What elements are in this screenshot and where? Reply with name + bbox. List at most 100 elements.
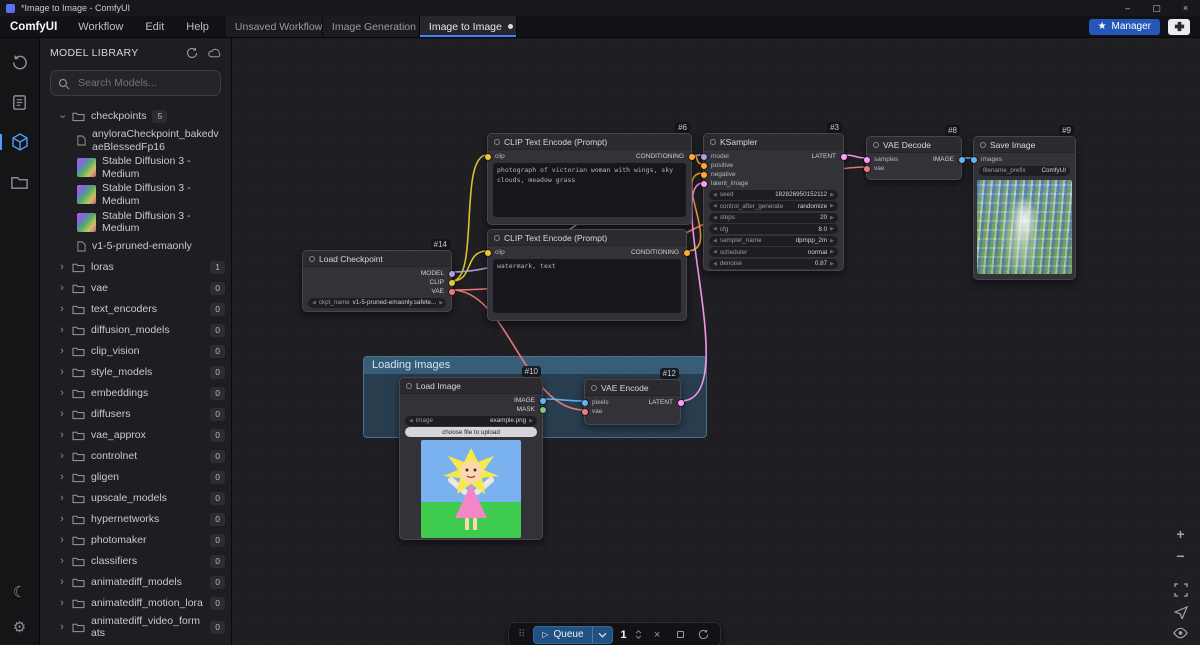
filename-prefix-widget[interactable]: filename_prefix ComfyUI [979, 165, 1070, 176]
batch-count-input[interactable]: 1 [621, 629, 627, 641]
widget-right-arrow-icon[interactable]: ▶ [830, 226, 834, 232]
node-canvas[interactable]: Loading Images #14 Load Checkpoint MODEL… [232, 38, 1200, 645]
zoom-in-button[interactable]: + [1176, 527, 1184, 541]
model-item[interactable]: v1-5-pruned-emaonly [40, 236, 231, 257]
tree-folder[interactable]: › style_models 0 [40, 362, 231, 383]
image-select-widget[interactable]: ◀ image example.png ▶ [405, 415, 537, 426]
conditioning-port-icon[interactable] [700, 171, 707, 178]
zoom-out-button[interactable]: − [1176, 549, 1184, 563]
queue-mode-dropdown[interactable] [591, 626, 612, 643]
image-port-icon[interactable] [970, 156, 977, 163]
widget-right-arrow-icon[interactable]: ▶ [830, 192, 834, 198]
tree-folder[interactable]: › embeddings 0 [40, 383, 231, 404]
input-port[interactable]: latent_image [700, 179, 843, 188]
input-port[interactable]: vae [581, 407, 680, 416]
node-widget[interactable]: ◀ denoise 0.87 ▶ [709, 258, 838, 269]
workflows-history-icon[interactable] [10, 52, 30, 72]
chevron-right-icon[interactable]: › [58, 450, 66, 462]
workflows-browse-icon[interactable] [10, 172, 30, 192]
prompt-textarea[interactable]: watermark, text [493, 259, 681, 313]
conditioning-port-icon[interactable] [688, 153, 695, 160]
tree-folder[interactable]: › controlnet 0 [40, 446, 231, 467]
menu-edit[interactable]: Edit [134, 16, 175, 37]
chevron-right-icon[interactable]: › [58, 261, 66, 273]
tree-folder[interactable]: › classifiers 0 [40, 551, 231, 572]
node-widget[interactable]: ◀ cfg 8.0 ▶ [709, 224, 838, 234]
widget-right-arrow-icon[interactable]: ▶ [830, 203, 834, 209]
chevron-right-icon[interactable]: › [58, 366, 66, 378]
widget-left-arrow-icon[interactable]: ◀ [713, 238, 717, 244]
widget-right-arrow-icon[interactable]: ▶ [830, 215, 834, 221]
chevron-right-icon[interactable]: › [58, 555, 66, 567]
node-header[interactable]: Save Image [974, 137, 1075, 153]
chevron-right-icon[interactable]: › [58, 492, 66, 504]
settings-gear-icon[interactable]: ⚙ [13, 620, 26, 635]
tree-folder[interactable]: › vae_approx 0 [40, 425, 231, 446]
queue-button[interactable]: ▷ Queue [533, 625, 613, 644]
tree-folder[interactable]: › loras 1 [40, 257, 231, 278]
tree-folder[interactable]: › photomaker 0 [40, 530, 231, 551]
tree-folder[interactable]: › hypernetworks 0 [40, 509, 231, 530]
latent-port-icon[interactable] [863, 156, 870, 163]
unsaved-dot-icon[interactable] [507, 24, 513, 29]
model-item[interactable]: Stable Diffusion 3 - Medium [40, 154, 231, 181]
output-port[interactable]: MASK [400, 405, 546, 414]
image-port-icon[interactable] [539, 397, 546, 404]
tree-folder[interactable]: › vae 0 [40, 278, 231, 299]
node-header[interactable]: Load Checkpoint [303, 251, 451, 267]
collapse-dot-icon[interactable] [494, 138, 500, 145]
node-widget[interactable]: ◀ steps 20 ▶ [709, 212, 838, 223]
tree-folder[interactable]: › animatediff_video_formats 0 [40, 614, 231, 641]
mask-port-icon[interactable] [539, 406, 546, 413]
node-clip-text-encode-negative[interactable]: CLIP Text Encode (Prompt) clip CONDITION… [484, 229, 690, 321]
image-port-icon[interactable] [581, 399, 588, 406]
clear-queue-button[interactable]: × [650, 629, 665, 641]
tab-image-generation[interactable]: Image Generation [322, 16, 420, 37]
cloud-sync-icon[interactable] [208, 47, 221, 59]
tree-folder[interactable]: › animatediff_models 0 [40, 572, 231, 593]
node-vae-encode[interactable]: #12 VAE Encode pixels LATENT vae [581, 368, 684, 425]
tab-unsaved-workflow[interactable]: Unsaved Workflow [225, 16, 323, 37]
node-save-image[interactable]: #9 Save Image images filename_prefix Com… [970, 125, 1076, 280]
tree-folder[interactable]: › diffusion_models 0 [40, 320, 231, 341]
tree-folder-checkpoints[interactable]: › checkpoints 5 [40, 106, 231, 127]
chevron-right-icon[interactable]: › [58, 429, 66, 441]
toggle-visibility-eye-button[interactable] [1173, 627, 1188, 639]
node-widget[interactable]: ◀ control_after_generate randomize ▶ [709, 201, 838, 211]
vae-port-icon[interactable] [581, 408, 588, 415]
tree-folder[interactable]: › clip_vision 0 [40, 341, 231, 362]
tree-folder[interactable]: › gligen 0 [40, 467, 231, 488]
minimize-button[interactable]: – [1113, 0, 1142, 16]
conditioning-port-icon[interactable] [700, 162, 707, 169]
latent-port-icon[interactable] [700, 180, 707, 187]
widget-left-arrow-icon[interactable]: ◀ [713, 261, 717, 267]
node-clip-text-encode-positive[interactable]: #6 CLIP Text Encode (Prompt) clip CONDIT… [484, 122, 695, 225]
collapse-dot-icon[interactable] [591, 384, 597, 391]
widget-right-arrow-icon[interactable]: ▶ [830, 238, 834, 244]
collapse-dot-icon[interactable] [406, 382, 412, 389]
model-item[interactable]: anyloraCheckpoint_bakedvaeBlessedFp16 [40, 127, 231, 154]
clip-port-icon[interactable] [448, 279, 455, 286]
widget-left-arrow-icon[interactable]: ◀ [312, 300, 316, 306]
node-widget[interactable]: ◀ scheduler normal ▶ [709, 247, 838, 257]
node-header[interactable]: CLIP Text Encode (Prompt) [488, 134, 691, 150]
node-vae-decode[interactable]: #8 VAE Decode samples IMAGE vae [863, 125, 965, 180]
chevron-right-icon[interactable]: › [58, 513, 66, 525]
menu-workflow[interactable]: Workflow [67, 16, 134, 37]
stop-button[interactable] [673, 631, 688, 638]
tree-folder[interactable]: › diffusers 0 [40, 404, 231, 425]
chevron-right-icon[interactable]: › [58, 534, 66, 546]
chevron-right-icon[interactable]: › [58, 471, 66, 483]
ckpt-name-widget[interactable]: ◀ ckpt_name v1-5-pruned-emaonly.safete..… [308, 297, 446, 308]
collapse-dot-icon[interactable] [309, 255, 315, 262]
tree-folder[interactable]: › ipadapter 0 [40, 641, 231, 645]
collapse-dot-icon[interactable] [494, 234, 500, 241]
tree-folder[interactable]: › text_encoders 0 [40, 299, 231, 320]
tree-folder[interactable]: › animatediff_motion_lora 0 [40, 593, 231, 614]
widget-left-arrow-icon[interactable]: ◀ [713, 249, 717, 255]
chevron-right-icon[interactable]: › [58, 345, 66, 357]
chevron-right-icon[interactable]: › [58, 282, 66, 294]
extensions-button[interactable] [1168, 18, 1190, 35]
chevron-down-icon[interactable]: › [57, 113, 69, 121]
clip-port-icon[interactable] [484, 153, 491, 160]
